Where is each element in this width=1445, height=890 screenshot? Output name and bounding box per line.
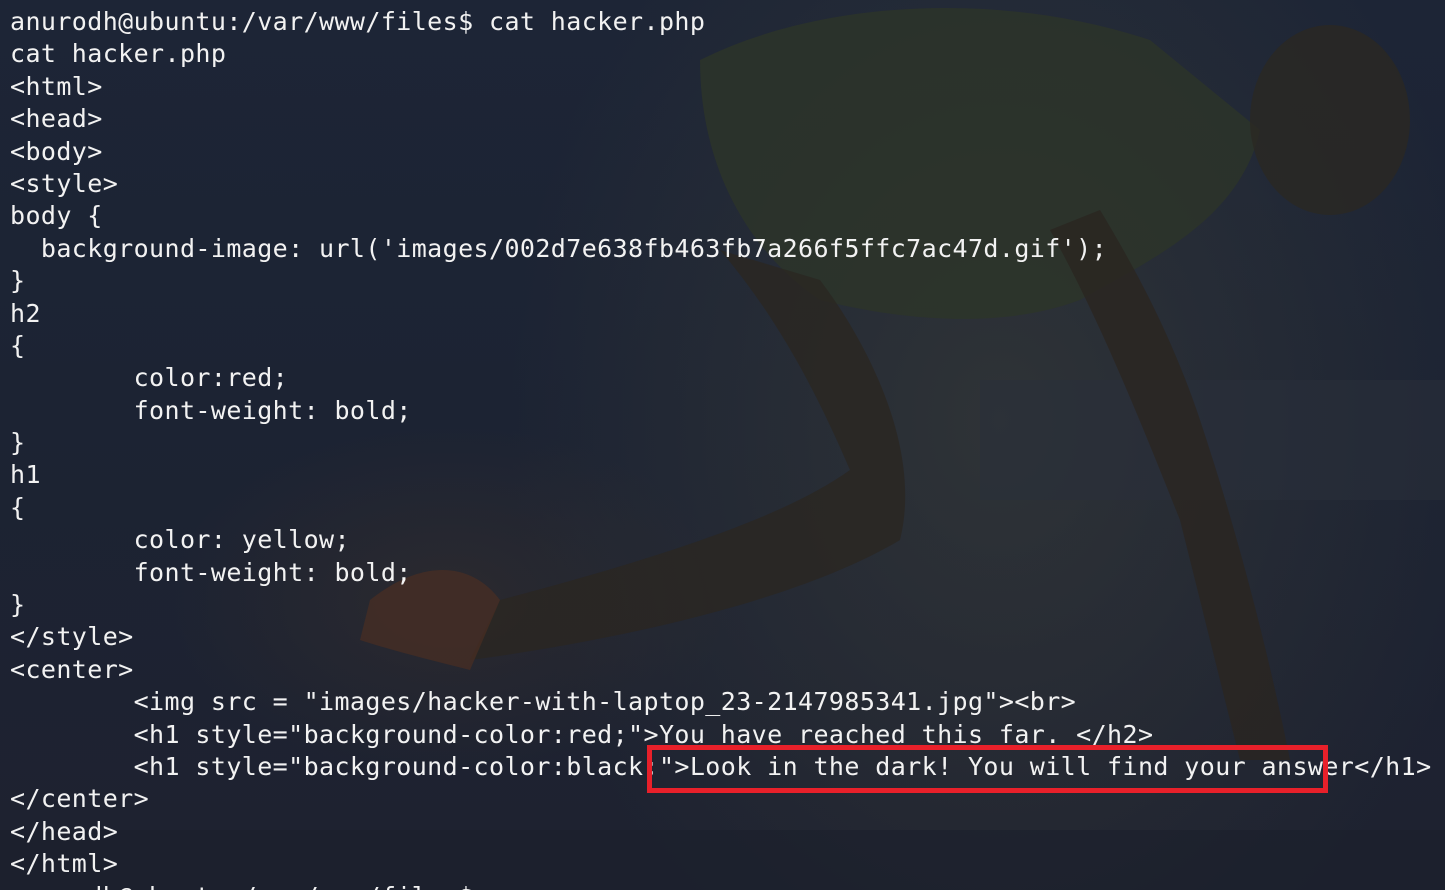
terminal-line: h1 (10, 460, 41, 490)
terminal-line: cat hacker.php (10, 39, 227, 69)
terminal-line: { (10, 492, 26, 522)
terminal-line: body { (10, 201, 103, 231)
terminal-line: color:red; (10, 363, 289, 393)
terminal-line: <img src = "images/hacker-with-laptop_23… (10, 687, 1077, 717)
terminal-line: color: yellow; (10, 525, 350, 555)
terminal-line: </style> (10, 622, 134, 652)
terminal-line: <html> (10, 71, 103, 101)
terminal-line-prompt-cat: anurodh@ubuntu:/var/www/files$ cat hacke… (10, 7, 706, 36)
terminal-line: font-weight: bold; (10, 395, 412, 425)
terminal-line: <body> (10, 136, 103, 166)
terminal-line: } (10, 590, 26, 620)
terminal-line: </head> (10, 816, 119, 846)
terminal-line-prompt: anurodh@ubuntu:/var/www/files$ (10, 881, 1432, 890)
terminal-line: <head> (10, 104, 103, 134)
terminal-line: <center> (10, 654, 134, 684)
terminal-line: font-weight: bold; (10, 557, 412, 587)
terminal-line: } (10, 428, 26, 458)
terminal-line: <style> (10, 168, 119, 198)
terminal-window[interactable]: anurodh@ubuntu:/var/www/files$ cat hacke… (0, 0, 1445, 890)
terminal-line: h2 (10, 298, 41, 328)
terminal-line: </html> (10, 849, 119, 879)
terminal-line: background-image: url('images/002d7e638f… (10, 233, 1108, 263)
terminal-line: } (10, 266, 26, 296)
red-highlight-box (647, 745, 1328, 793)
terminal-line: { (10, 330, 26, 360)
